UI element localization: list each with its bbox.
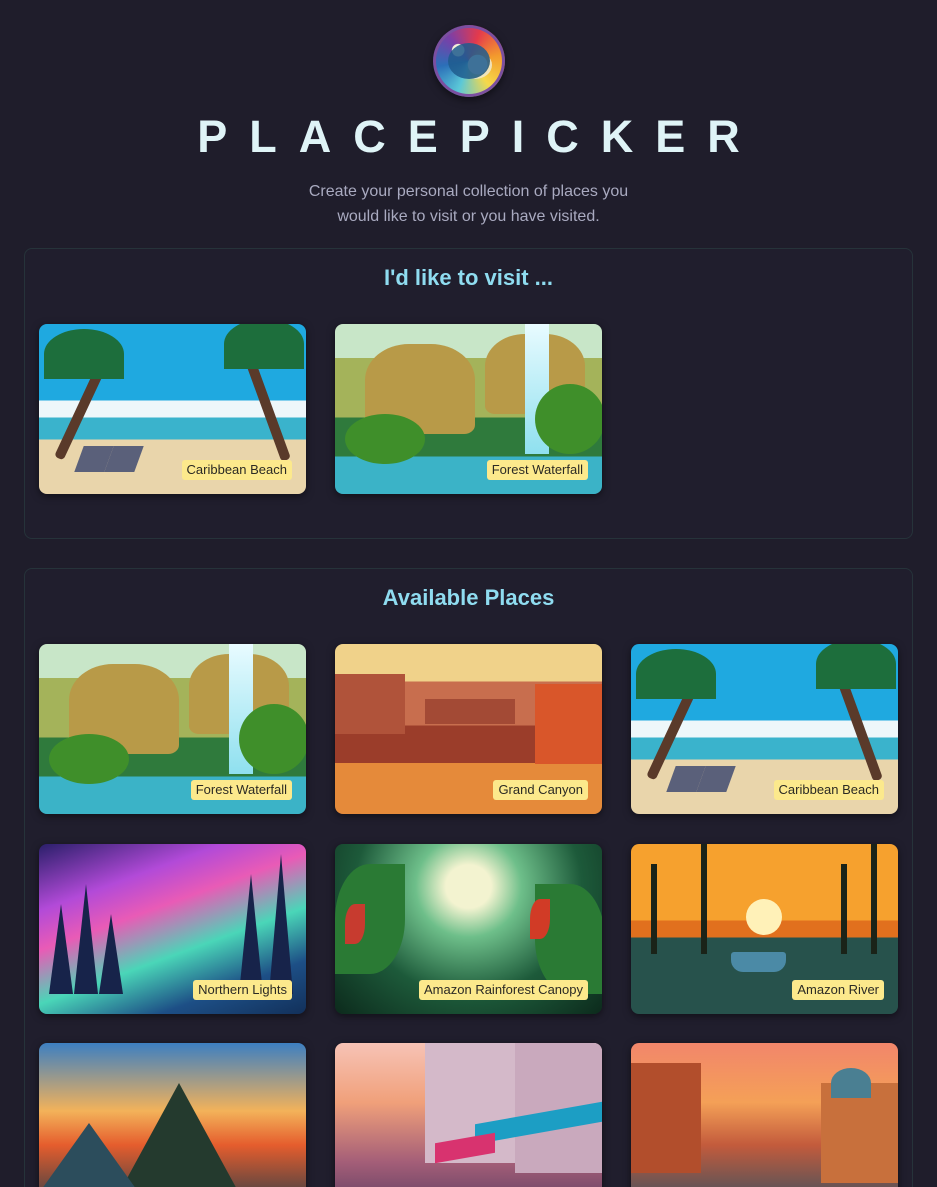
available-place-card[interactable]: Northern Lights (39, 844, 306, 1014)
available-place-card[interactable] (335, 1043, 602, 1187)
selected-places-section: I'd like to visit ... Caribbean Beach Fo… (24, 248, 913, 539)
selected-place-card[interactable]: Caribbean Beach (39, 324, 306, 494)
place-label: Forest Waterfall (190, 780, 292, 800)
available-place-card[interactable] (39, 1043, 306, 1187)
available-place-card[interactable]: Amazon Rainforest Canopy (335, 844, 602, 1014)
selected-place-card[interactable]: Forest Waterfall (335, 324, 602, 494)
place-label: Amazon River (792, 980, 884, 1000)
app-title: PLACEPICKER (197, 111, 762, 162)
place-label: Forest Waterfall (486, 460, 588, 480)
available-place-card[interactable]: Forest Waterfall (39, 644, 306, 814)
available-place-card[interactable] (631, 1043, 898, 1187)
available-place-card[interactable]: Amazon River (631, 844, 898, 1014)
page-header: PLACEPICKER Create your personal collect… (0, 0, 937, 229)
venice-canal-image (631, 1043, 898, 1187)
available-places-section: Available Places Forest Waterfall Grand … (24, 568, 913, 1187)
street-cafe-image (335, 1043, 602, 1187)
machu-picchu-image (39, 1043, 306, 1187)
place-label: Grand Canyon (493, 780, 588, 800)
available-place-card[interactable]: Caribbean Beach (631, 644, 898, 814)
place-label: Northern Lights (193, 980, 292, 1000)
available-places-heading: Available Places (382, 585, 555, 610)
app-subtitle: Create your personal collection of place… (308, 183, 629, 225)
selected-places-heading: I'd like to visit ... (383, 265, 554, 290)
place-label: Caribbean Beach (181, 460, 292, 480)
place-label: Caribbean Beach (773, 780, 884, 800)
globe-logo-icon (432, 25, 505, 97)
place-label: Amazon Rainforest Canopy (419, 980, 588, 1000)
available-place-card[interactable]: Grand Canyon (335, 644, 602, 814)
